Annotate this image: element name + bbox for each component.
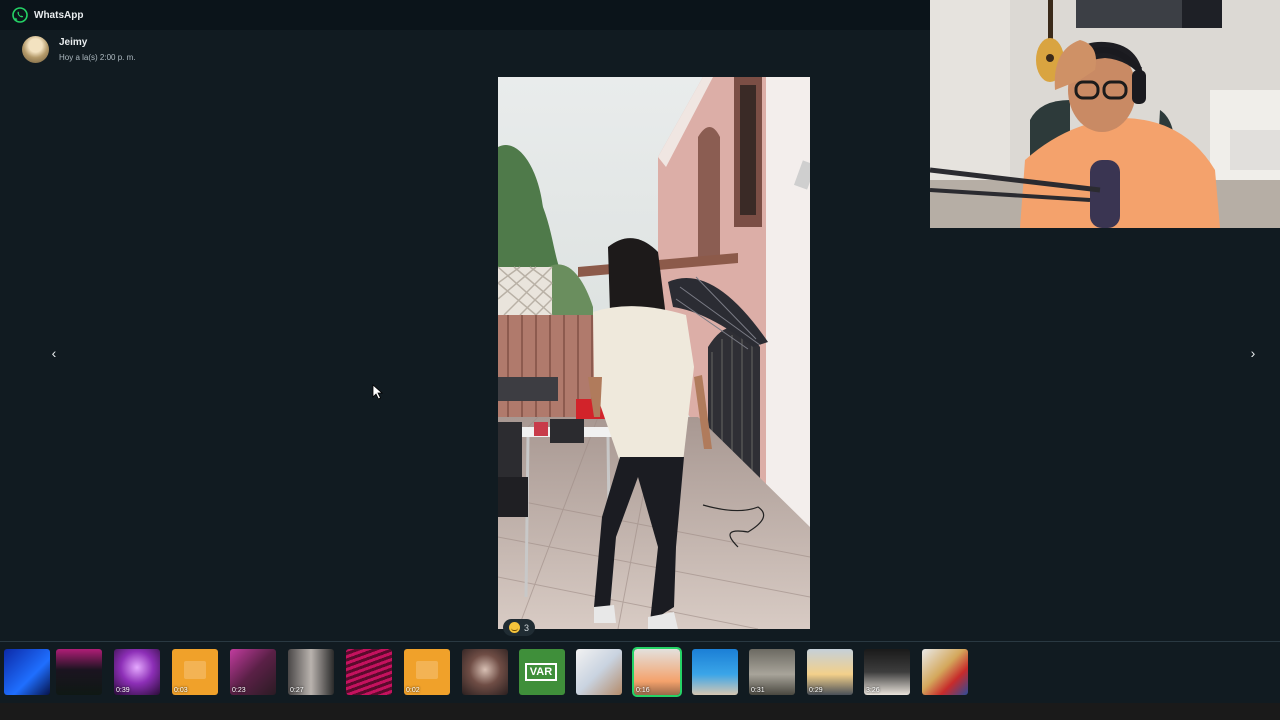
- media-thumbnail[interactable]: VAR: [519, 649, 565, 695]
- media-thumbnail[interactable]: [692, 649, 738, 695]
- media-thumbnail[interactable]: [576, 649, 622, 695]
- webcam-overlay: [930, 0, 1280, 228]
- media-thumbnail[interactable]: 0:29: [807, 649, 853, 695]
- media-thumbnail[interactable]: 0:31: [749, 649, 795, 695]
- chevron-left-icon: ‹: [51, 345, 57, 361]
- media-thumbnail[interactable]: [346, 649, 392, 695]
- reaction-count: 3: [524, 622, 530, 633]
- media-thumbnail[interactable]: [462, 649, 508, 695]
- media-thumbnail[interactable]: 3:26: [864, 649, 910, 695]
- media-thumbnail-strip: 0:39 0:03 0:23 0:27 0:02 VAR 0:16 0:31 0…: [0, 641, 1280, 704]
- chevron-right-icon: ›: [1250, 345, 1256, 361]
- reaction-badge[interactable]: 3: [503, 619, 536, 636]
- media-thumbnail[interactable]: 0:02: [404, 649, 450, 695]
- mouse-cursor-icon: [372, 384, 384, 400]
- media-thumbnail[interactable]: 0:23: [230, 649, 276, 695]
- sender-name: Jeimy: [59, 37, 88, 48]
- app-titlebar: WhatsApp: [0, 0, 930, 30]
- whatsapp-logo-icon: [12, 7, 28, 23]
- image-placeholder-icon: [184, 661, 206, 679]
- media-thumbnail-selected[interactable]: 0:16: [632, 647, 682, 697]
- previous-media-button[interactable]: ‹: [44, 343, 64, 363]
- var-label: VAR: [525, 663, 557, 681]
- next-media-button[interactable]: ›: [1243, 343, 1263, 363]
- os-taskbar: [0, 703, 1280, 720]
- media-thumbnail[interactable]: [56, 649, 102, 695]
- media-viewer-image[interactable]: [498, 77, 810, 629]
- media-thumbnail[interactable]: [4, 649, 50, 695]
- sender-info[interactable]: Jeimy Hoy a la(s) 2:00 p. m.: [22, 36, 135, 63]
- media-thumbnail[interactable]: 0:39: [114, 649, 160, 695]
- avatar[interactable]: [22, 36, 49, 63]
- app-title: WhatsApp: [34, 9, 84, 21]
- laughing-face-icon: [509, 622, 520, 633]
- media-thumbnail[interactable]: 0:27: [288, 649, 334, 695]
- image-placeholder-icon: [416, 661, 438, 679]
- media-thumbnail[interactable]: 0:03: [172, 649, 218, 695]
- media-thumbnail[interactable]: [922, 649, 968, 695]
- message-timestamp: Hoy a la(s) 2:00 p. m.: [59, 53, 136, 62]
